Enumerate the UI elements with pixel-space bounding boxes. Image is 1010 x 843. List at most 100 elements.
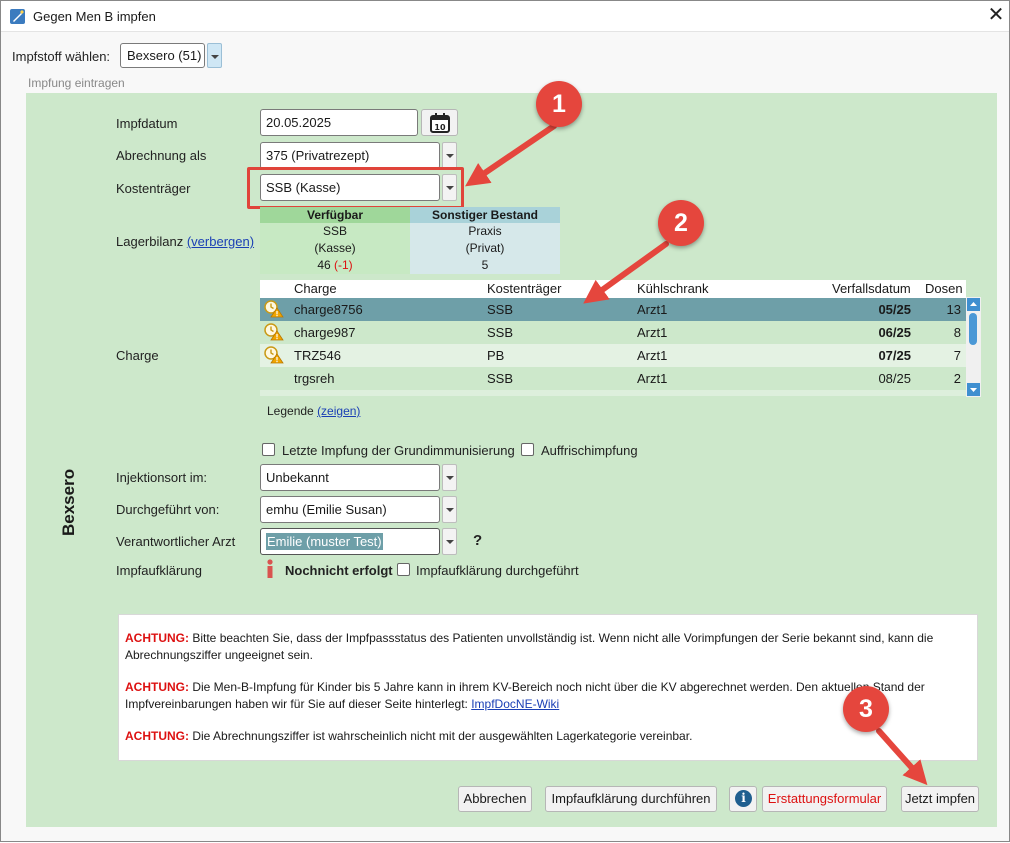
- calendar-icon: 10: [430, 113, 450, 133]
- aufklaerung-checkbox[interactable]: [397, 563, 410, 576]
- vaccine-dropdown-button[interactable]: [207, 43, 222, 68]
- col-header-dosen[interactable]: Dosen: [925, 281, 963, 296]
- lagerbilanz-table: Verfügbar SSB (Kasse) 46 (-1) Sonstiger …: [260, 207, 560, 274]
- abrechnung-dropdown-button[interactable]: [442, 142, 457, 169]
- aufklaerung-checkbox-label: Impfaufklärung durchgeführt: [416, 563, 579, 578]
- cell-kuehlschrank: Arzt1: [637, 302, 668, 317]
- abrechnung-select[interactable]: 375 (Privatrezept): [260, 142, 440, 169]
- bilanz-sonstiger-line1: Praxis: [468, 224, 502, 238]
- step-marker-2: 2: [658, 200, 704, 246]
- charge-label: Charge: [116, 348, 159, 363]
- warning-1: ACHTUNG: Bitte beachten Sie, dass der Im…: [125, 630, 971, 664]
- letzte-impfung-checkbox[interactable]: [262, 443, 275, 456]
- injektionsort-dropdown-button[interactable]: [442, 464, 457, 491]
- lagerbilanz-label: Lagerbilanz (verbergen): [116, 234, 254, 249]
- impfdatum-input[interactable]: 20.05.2025: [260, 109, 418, 136]
- abbrechen-button[interactable]: Abbrechen: [458, 786, 532, 812]
- lagerbilanz-label-text: Lagerbilanz: [116, 234, 184, 249]
- col-header-kuehlschrank[interactable]: Kühlschrank: [637, 281, 709, 296]
- legend-label: Legende: [267, 404, 314, 418]
- cell-kostentraeger: SSB: [487, 325, 514, 340]
- cell-charge: TRZ546: [294, 348, 341, 363]
- letzte-impfung-label: Letzte Impfung der Grundimmunisierung: [282, 443, 515, 458]
- charge-table: Charge Kostenträger Kühlschrank Verfalls…: [260, 280, 966, 396]
- cell-charge: trgsreh: [294, 371, 335, 386]
- bilanz-sonstiger-line2: (Privat): [465, 241, 505, 255]
- durchgefuehrt-value: emhu (Emilie Susan): [266, 502, 387, 517]
- arzt-help-icon[interactable]: ?: [473, 532, 482, 549]
- table-row[interactable]: charge8756 SSB Arzt1 05/25 13: [260, 298, 966, 321]
- bilanz-verfuegbar: Verfügbar SSB (Kasse) 46 (-1): [260, 207, 410, 274]
- info-button[interactable]: i: [729, 786, 757, 812]
- info-warning-icon: [267, 559, 273, 578]
- charge-table-header: Charge Kostenträger Kühlschrank Verfalls…: [260, 280, 966, 298]
- cell-dosen: 7: [953, 348, 961, 363]
- wiki-link[interactable]: ImpfDocNE-Wiki: [471, 697, 559, 711]
- scroll-thumb[interactable]: [969, 313, 977, 345]
- close-icon[interactable]: ✕: [986, 5, 1006, 25]
- cell-kostentraeger: SSB: [487, 302, 514, 317]
- auffrisch-checkbox[interactable]: [521, 443, 534, 456]
- charge-table-scrollbar[interactable]: [966, 297, 981, 397]
- vaccine-select[interactable]: Bexsero (51): [120, 43, 205, 68]
- kostentraeger-label: Kostenträger: [116, 181, 191, 196]
- vaccine-label: Impfstoff wählen:: [12, 49, 111, 64]
- cell-verfall: 08/25: [878, 371, 911, 386]
- kostentraeger-value: SSB (Kasse): [266, 180, 341, 195]
- cell-kuehlschrank: Arzt1: [637, 348, 668, 363]
- window-title: Gegen Men B impfen: [33, 9, 156, 24]
- svg-text:10: 10: [434, 123, 446, 132]
- table-row[interactable]: charge987 SSB Arzt1 06/25 8: [260, 321, 966, 344]
- kostentraeger-select[interactable]: SSB (Kasse): [260, 174, 440, 201]
- calendar-button[interactable]: 10: [421, 109, 458, 136]
- arzt-select[interactable]: Emilie (muster Test): [260, 528, 440, 555]
- warning-1-prefix: ACHTUNG:: [125, 631, 189, 645]
- aufklaerung-status: Nochnicht erfolgt: [285, 563, 393, 578]
- erstattung-button[interactable]: Erstattungsformular: [762, 786, 887, 812]
- cell-dosen: 8: [953, 325, 961, 340]
- col-header-charge[interactable]: Charge: [294, 281, 337, 296]
- arzt-dropdown-button[interactable]: [442, 528, 457, 555]
- scroll-up-button[interactable]: [967, 298, 980, 311]
- warning-2-prefix: ACHTUNG:: [125, 680, 189, 694]
- arzt-value: Emilie (muster Test): [266, 533, 383, 550]
- title-bar: Gegen Men B impfen ✕: [1, 1, 1009, 32]
- durchgefuehrt-dropdown-button[interactable]: [442, 496, 457, 523]
- expiry-warning-icon: [264, 346, 284, 364]
- abrechnung-label: Abrechnung als: [116, 148, 207, 163]
- vaccine-select-value: Bexsero (51): [127, 48, 202, 63]
- warning-1-text: Bitte beachten Sie, dass der Impfpasssta…: [125, 631, 934, 662]
- bilanz-verfuegbar-delta: (-1): [334, 258, 353, 272]
- aufklaerung-button[interactable]: Impfaufklärung durchführen: [545, 786, 717, 812]
- cell-verfall: 05/25: [878, 302, 911, 317]
- injektionsort-value: Unbekannt: [266, 470, 329, 485]
- step-marker-3: 3: [843, 686, 889, 732]
- aufklaerung-label: Impfaufklärung: [116, 563, 202, 578]
- cell-verfall: 07/25: [878, 348, 911, 363]
- lagerbilanz-toggle-link[interactable]: (verbergen): [187, 234, 254, 249]
- table-row[interactable]: trgsreh SSB Arzt1 08/25 2: [260, 367, 966, 390]
- cell-verfall: 06/25: [878, 325, 911, 340]
- bilanz-verfuegbar-line2: (Kasse): [314, 241, 356, 255]
- bilanz-verfuegbar-header: Verfügbar: [260, 207, 410, 223]
- dialog-window: Gegen Men B impfen ✕ Impfstoff wählen: B…: [0, 0, 1010, 842]
- auffrisch-label: Auffrischimpfung: [541, 443, 638, 458]
- warning-3-prefix: ACHTUNG:: [125, 729, 189, 743]
- table-row[interactable]: TRZ546 PB Arzt1 07/25 7: [260, 344, 966, 367]
- durchgefuehrt-select[interactable]: emhu (Emilie Susan): [260, 496, 440, 523]
- bilanz-verfuegbar-line1: SSB: [322, 224, 347, 238]
- abrechnung-value: 375 (Privatrezept): [266, 148, 370, 163]
- col-header-kostentraeger[interactable]: Kostenträger: [487, 281, 561, 296]
- legend-toggle-link[interactable]: (zeigen): [317, 404, 360, 418]
- cell-kuehlschrank: Arzt1: [637, 371, 668, 386]
- kostentraeger-dropdown-button[interactable]: [442, 174, 457, 201]
- injektionsort-select[interactable]: Unbekannt: [260, 464, 440, 491]
- app-icon: [10, 9, 25, 24]
- bilanz-sonstiger: Sonstiger Bestand Praxis (Privat) 5: [410, 207, 560, 274]
- col-header-verfall[interactable]: Verfallsdatum: [832, 281, 911, 296]
- bilanz-verfuegbar-count: 46: [317, 258, 331, 272]
- vaccine-side-label: Bexsero: [59, 468, 78, 536]
- scroll-down-button[interactable]: [967, 383, 980, 396]
- cell-kostentraeger: PB: [487, 348, 505, 363]
- jetzt-impfen-button[interactable]: Jetzt impfen: [901, 786, 979, 812]
